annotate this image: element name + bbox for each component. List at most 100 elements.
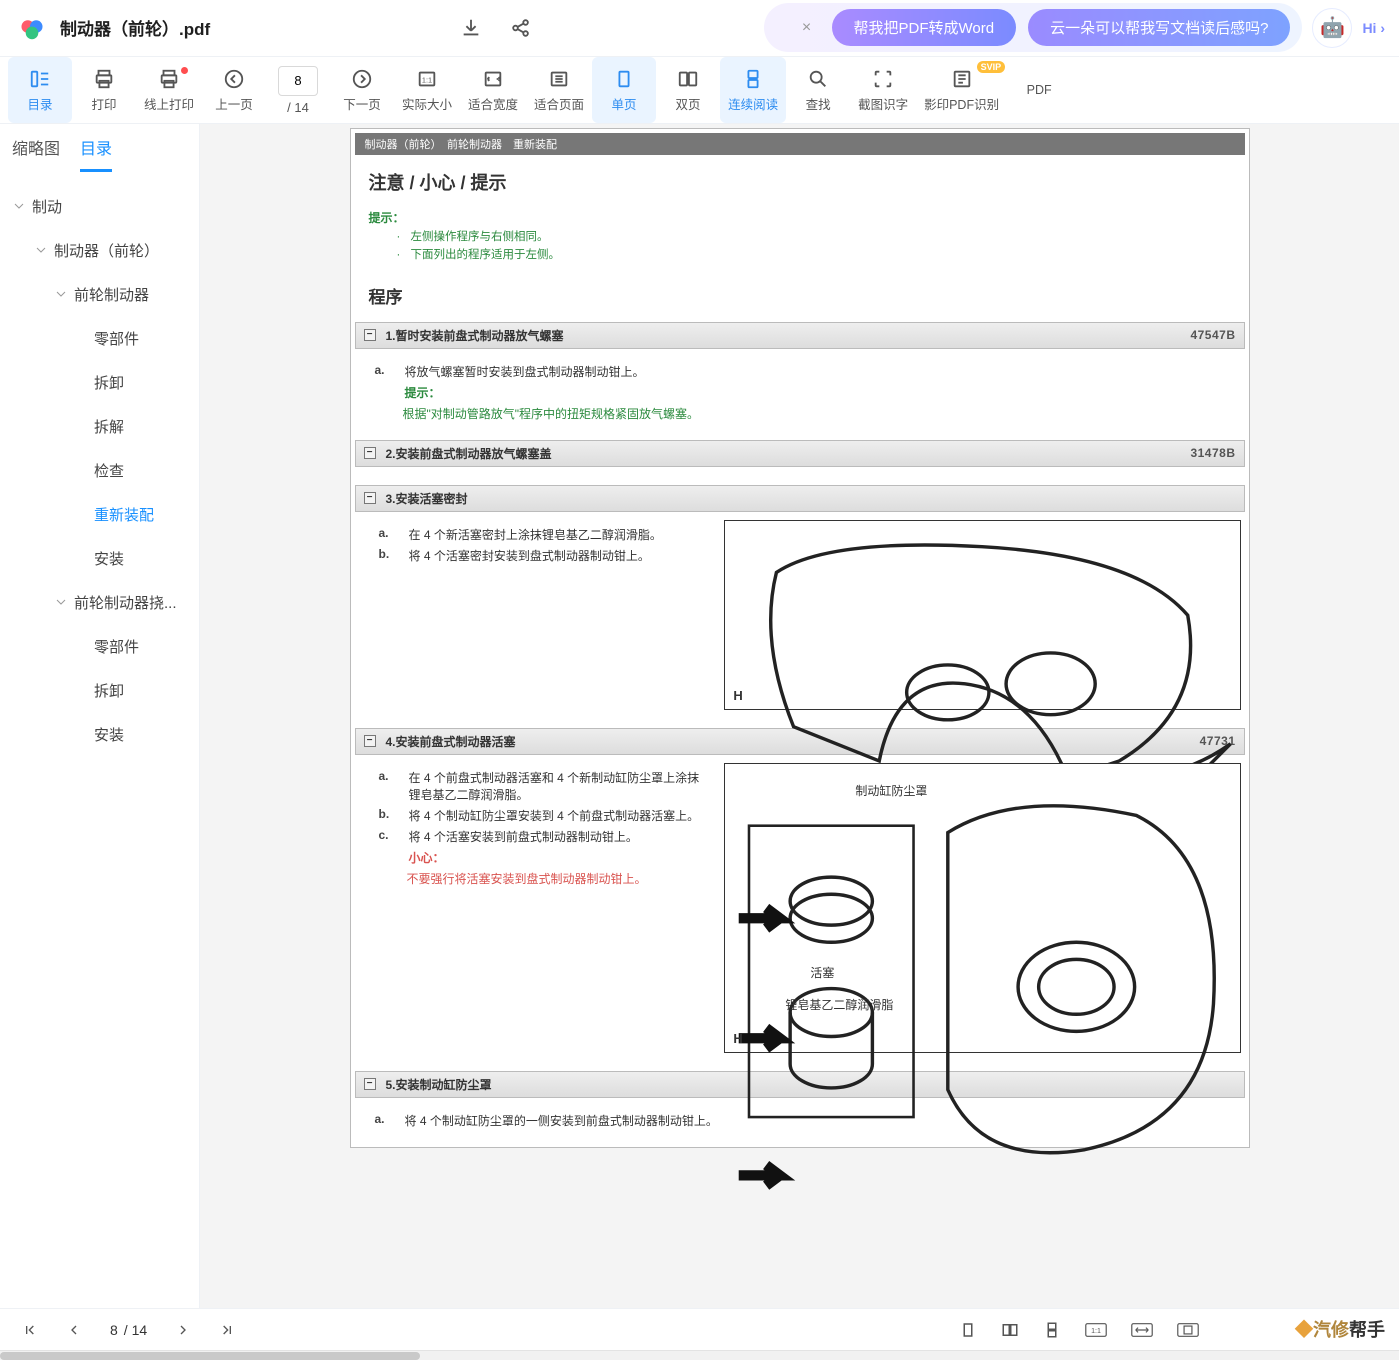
warning-text: 不要强行将活塞安装到盘式制动器制动钳上。 — [407, 870, 709, 887]
tool-double-page[interactable]: 双页 — [656, 57, 720, 123]
toc-tree: 制动 制动器（前轮） 前轮制动器 零部件 拆卸 拆解 检查 重新装配 安装 前轮… — [0, 172, 199, 1308]
collapse-icon[interactable]: − — [364, 492, 376, 504]
zoom-fitw-icon[interactable] — [1131, 1322, 1153, 1338]
tool-photo-ocr[interactable]: SVIP 影印PDF识别 — [916, 57, 1007, 123]
tool-print[interactable]: 打印 — [72, 57, 136, 123]
tool-single-page[interactable]: 单页 — [592, 57, 656, 123]
toc-label: 前轮制动器挠... — [74, 592, 177, 613]
hint-text: 根据"对制动管路放气"程序中的扭矩规格紧固放气螺塞。 — [403, 405, 1225, 422]
step-text: 将 4 个制动缸防尘罩安装到 4 个前盘式制动器活塞上。 — [409, 807, 709, 824]
scrollbar-thumb[interactable] — [0, 1352, 420, 1360]
toc-item[interactable]: 零部件 — [0, 624, 199, 668]
online-print-icon — [158, 68, 180, 90]
toc-label: 检查 — [94, 460, 124, 481]
tool-pdf[interactable]: PDF — [1007, 57, 1071, 123]
toc-label: 重新装配 — [94, 504, 154, 525]
hint-item: 左侧操作程序与右侧相同。 — [411, 228, 1231, 246]
toc-item[interactable]: 制动器（前轮） — [0, 228, 199, 272]
page-input-group: / 14 — [266, 57, 330, 123]
page-number-input[interactable] — [278, 66, 318, 96]
continuous-view-icon[interactable] — [1043, 1321, 1061, 1339]
actual-size-icon: 1:1 — [416, 68, 438, 90]
next-page-icon[interactable] — [175, 1322, 191, 1338]
toc-label: 拆解 — [94, 416, 124, 437]
document-viewport[interactable]: 制动器（前轮） 前轮制动器 重新装配 注意 / 小心 / 提示 提示： 左侧操作… — [200, 124, 1399, 1308]
tab-toc[interactable]: 目录 — [80, 135, 112, 172]
step-title: 4.安装前盘式制动器活塞 — [386, 733, 516, 750]
toc-item[interactable]: 拆解 — [0, 404, 199, 448]
assistant-avatar-icon[interactable]: 🤖 — [1312, 8, 1352, 48]
step-text: 在 4 个新活塞密封上涂抹锂皂基乙二醇润滑脂。 — [409, 526, 709, 543]
tool-fit-page-label: 适合页面 — [534, 94, 584, 113]
prev-page-icon[interactable] — [66, 1322, 82, 1338]
tool-continuous-label: 连续阅读 — [728, 94, 778, 113]
tool-fit-width[interactable]: 适合宽度 — [460, 57, 526, 123]
collapse-icon[interactable]: − — [364, 329, 376, 341]
step-title: 1.暂时安装前盘式制动器放气螺塞 — [386, 327, 564, 344]
step-header: − 1.暂时安装前盘式制动器放气螺塞 47547B — [355, 322, 1245, 349]
tool-fit-width-label: 适合宽度 — [468, 94, 518, 113]
tool-print-label: 打印 — [91, 94, 116, 113]
step-text: 将 4 个活塞密封安装到盘式制动器制动钳上。 — [409, 547, 709, 564]
zoom-fit-icon[interactable] — [1177, 1322, 1199, 1338]
figure: 制动缸防尘罩 活塞 锂皂基乙二醇润滑脂 H — [724, 763, 1240, 1053]
share-icon[interactable] — [510, 17, 532, 39]
section-heading: 注意 / 小心 / 提示 — [369, 169, 1231, 195]
collapse-icon[interactable]: − — [364, 1078, 376, 1090]
promo-button-2[interactable]: 云一朵可以帮我写文档读后感吗? — [1028, 9, 1290, 46]
last-page-icon[interactable] — [219, 1322, 235, 1338]
toc-item[interactable]: 安装 — [0, 536, 199, 580]
horizontal-scrollbar[interactable] — [0, 1350, 1399, 1360]
step-title: 5.安装制动缸防尘罩 — [386, 1076, 492, 1093]
warning-label: 小心： — [409, 851, 445, 865]
footer-total: / 14 — [124, 1322, 147, 1338]
collapse-icon[interactable]: − — [364, 735, 376, 747]
tool-fit-page[interactable]: 适合页面 — [526, 57, 592, 123]
double-view-icon[interactable] — [1001, 1321, 1019, 1339]
tool-photo-ocr-label: 影印PDF识别 — [924, 94, 999, 113]
tool-online-print[interactable]: 线上打印 — [136, 57, 202, 123]
toc-item[interactable]: 前轮制动器挠... — [0, 580, 199, 624]
collapse-icon[interactable]: − — [364, 447, 376, 459]
toc-item[interactable]: 安装 — [0, 712, 199, 756]
step-code: 47547B — [1190, 328, 1235, 342]
double-page-icon — [677, 68, 699, 90]
single-view-icon[interactable] — [959, 1321, 977, 1339]
tool-prev-label: 上一页 — [215, 94, 253, 113]
breadcrumb: 制动器（前轮） 前轮制动器 重新装配 — [355, 133, 1245, 155]
page-total-label: / 14 — [287, 100, 309, 115]
file-name: 制动器（前轮）.pdf — [60, 15, 210, 40]
tool-find[interactable]: 查找 — [786, 57, 850, 123]
figure-label: 制动缸防尘罩 — [855, 782, 927, 799]
hi-label[interactable]: Hi › — [1362, 20, 1385, 36]
toc-item[interactable]: 零部件 — [0, 316, 199, 360]
toc-item[interactable]: 前轮制动器 — [0, 272, 199, 316]
fit-page-icon — [548, 68, 570, 90]
download-icon[interactable] — [460, 17, 482, 39]
toc-label: 前轮制动器 — [74, 284, 149, 305]
fit-width-icon — [482, 68, 504, 90]
promo-button-1[interactable]: 帮我把PDF转成Word — [832, 9, 1017, 46]
toc-label: 制动 — [32, 196, 62, 217]
tool-continuous[interactable]: 连续阅读 — [720, 57, 786, 123]
toc-item[interactable]: 拆卸 — [0, 360, 199, 404]
toc-item[interactable]: 检查 — [0, 448, 199, 492]
tool-next-page[interactable]: 下一页 — [330, 57, 394, 123]
toc-item[interactable]: 拆卸 — [0, 668, 199, 712]
watermark: ◆汽修帮手 — [1295, 1316, 1385, 1342]
screenshot-ocr-icon — [872, 68, 894, 90]
toolbar: 目录 打印 线上打印 上一页 / 14 下一页 1:1 实际大小 — [0, 56, 1399, 124]
toc-item-active[interactable]: 重新装配 — [0, 492, 199, 536]
tab-thumbnails[interactable]: 缩略图 — [12, 135, 60, 172]
first-page-icon[interactable] — [22, 1322, 38, 1338]
tool-actual-size[interactable]: 1:1 实际大小 — [394, 57, 460, 123]
tool-screenshot-ocr[interactable]: 截图识字 — [850, 57, 916, 123]
tool-catalog[interactable]: 目录 — [8, 57, 72, 123]
toc-label: 安装 — [94, 548, 124, 569]
promo-close-button[interactable]: × — [794, 15, 820, 41]
zoom-11-icon[interactable]: 1:1 — [1085, 1322, 1107, 1338]
tool-find-label: 查找 — [806, 94, 831, 113]
toc-item[interactable]: 制动 — [0, 184, 199, 228]
footer-page: 8 — [110, 1322, 118, 1338]
tool-prev-page[interactable]: 上一页 — [202, 57, 266, 123]
